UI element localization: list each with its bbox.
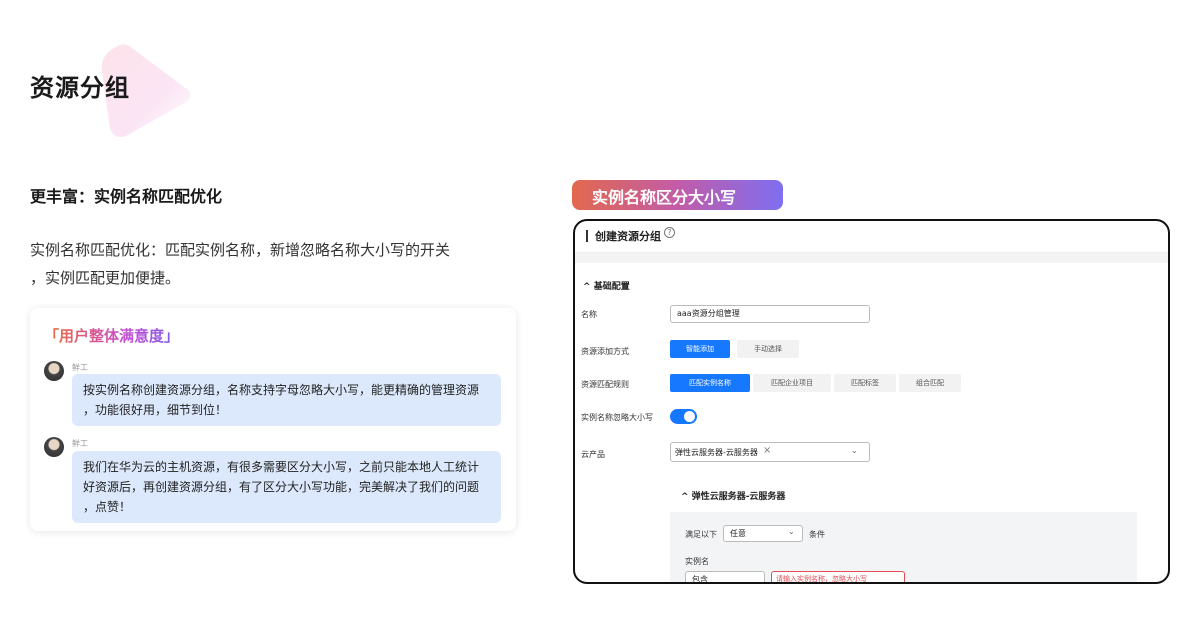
instance-name-label: 实例名: [685, 557, 709, 566]
condition-prefix: 满足以下: [685, 530, 717, 539]
name-input[interactable]: aaa资源分组管理: [670, 305, 870, 323]
field-label: 云产品: [581, 450, 605, 459]
avatar: [44, 361, 64, 381]
form-header: 创建资源分组 ?: [575, 221, 1168, 253]
comment-line: 我们在华为云的主机资源，有很多需要区分大小写，之前只能本地人工统计: [83, 460, 480, 474]
description: 实例名称匹配优化：匹配实例名称，新增忽略名称大小写的开关 ，实例匹配更加便捷。: [30, 236, 530, 292]
satisfaction-card: 「用户整体满意度」 鲜工 按实例名称创建资源分组，名称支持字母忽略大小写，能更精…: [30, 308, 516, 531]
close-icon[interactable]: ×: [763, 445, 771, 456]
chevron-down-icon: ⌄: [851, 446, 858, 455]
field-label: 资源添加方式: [581, 347, 629, 356]
match-rule-project[interactable]: 匹配企业项目: [753, 374, 831, 392]
comment-line: 好资源后，再创建资源分组，有了区分大小写功能，完美解决了我们的问题: [83, 480, 480, 494]
question-circle-icon[interactable]: ?: [664, 227, 675, 238]
chevron-up-icon: ^: [583, 282, 591, 292]
satisfaction-title: 「用户整体满意度」: [44, 327, 180, 345]
avatar: [44, 437, 64, 457]
match-rule-tag[interactable]: 匹配标签: [834, 374, 896, 392]
create-group-form: 创建资源分组 ? ^ 基础配置 名称 aaa资源分组管理 资源添加方式 智能添加…: [575, 221, 1168, 582]
chevron-down-icon: ⌄: [788, 527, 795, 536]
divider: [575, 253, 1168, 263]
comment-bubble: 我们在华为云的主机资源，有很多需要区分大小写，之前只能本地人工统计 好资源后，再…: [72, 451, 501, 523]
field-label: 资源匹配规则: [581, 380, 629, 389]
section-subtitle: 更丰富：实例名称匹配优化: [30, 187, 223, 206]
description-line: ，实例匹配更加便捷。: [30, 269, 181, 287]
cloud-product-tag: 弹性云服务器-云服务器: [675, 448, 758, 457]
comment-line: 按实例名称创建资源分组，名称支持字母忽略大小写，能更精确的管理资源: [83, 383, 480, 397]
feature-badge: 实例名称区分大小写: [572, 180, 783, 210]
description-line: 实例名称匹配优化：匹配实例名称，新增忽略名称大小写的开关: [30, 241, 451, 259]
section-ecs[interactable]: ^ 弹性云服务器-云服务器: [681, 489, 785, 502]
add-mode-manual[interactable]: 手动选择: [737, 340, 799, 358]
match-rule-name[interactable]: 匹配实例名称: [670, 374, 750, 392]
comment-user: 鲜工: [72, 439, 88, 448]
chevron-up-icon: ^: [681, 492, 689, 502]
field-label: 实例名称忽略大小写: [581, 413, 653, 422]
section-basic-config[interactable]: ^ 基础配置: [583, 279, 630, 292]
section-title: 基础配置: [593, 282, 630, 292]
comment-bubble: 按实例名称创建资源分组，名称支持字母忽略大小写，能更精确的管理资源 ，功能很好用…: [72, 374, 501, 426]
match-rule-combined[interactable]: 组合匹配: [899, 374, 961, 392]
comment-line: ，点赞！: [83, 500, 132, 514]
form-title: 创建资源分组: [595, 230, 661, 243]
add-mode-smart[interactable]: 智能添加: [670, 340, 730, 358]
operator-select[interactable]: 包含: [685, 571, 765, 582]
header-bar: [586, 230, 588, 242]
comment-user: 鲜工: [72, 363, 88, 372]
field-label: 名称: [581, 310, 597, 319]
page-title: 资源分组: [30, 74, 130, 102]
screenshot-frame: 创建资源分组 ? ^ 基础配置 名称 aaa资源分组管理 资源添加方式 智能添加…: [573, 219, 1170, 584]
comment-line: ，功能很好用，细节到位！: [83, 403, 228, 417]
sub-section-title: 弹性云服务器-云服务器: [691, 492, 786, 502]
instance-name-input[interactable]: 请输入实例名称，忽略大小写: [771, 571, 905, 582]
condition-suffix: 条件: [809, 530, 825, 539]
ignore-case-toggle[interactable]: [670, 409, 697, 424]
